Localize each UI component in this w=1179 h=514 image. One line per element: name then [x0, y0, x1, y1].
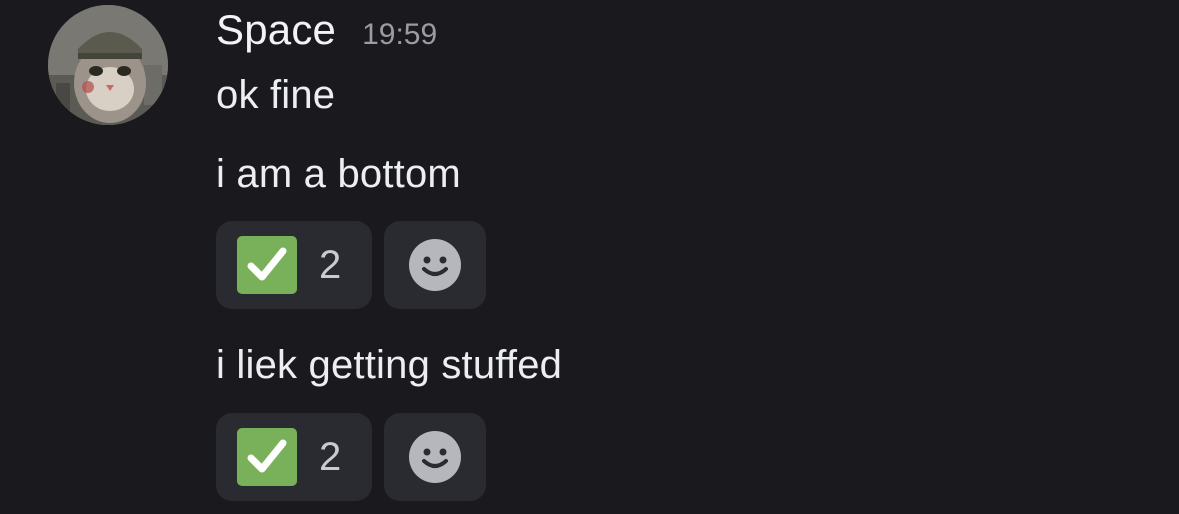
message-text: ok fine [216, 73, 336, 117]
reaction-count: 2 [319, 434, 342, 479]
message-group: Space 19:59 ok fine i am a bottom 2 i li… [0, 0, 1179, 514]
user-avatar[interactable] [48, 5, 168, 125]
white-check-mark-icon [237, 236, 297, 294]
reaction-bar: 2 [216, 413, 486, 501]
message-text: i am a bottom [216, 152, 461, 196]
cat-helmet-avatar-icon [48, 5, 168, 125]
add-reaction-button[interactable] [384, 413, 486, 501]
add-reaction-button[interactable] [384, 221, 486, 309]
add-reaction-smile-icon [409, 431, 461, 483]
reaction-check-button[interactable]: 2 [216, 221, 372, 309]
message-timestamp: 19:59 [362, 18, 438, 51]
reaction-check-button[interactable]: 2 [216, 413, 372, 501]
white-check-mark-icon [237, 428, 297, 486]
author-username[interactable]: Space [216, 6, 336, 54]
reaction-count: 2 [319, 242, 342, 287]
add-reaction-smile-icon [409, 239, 461, 291]
reaction-bar: 2 [216, 221, 486, 309]
message-text: i liek getting stuffed [216, 343, 563, 387]
message-header: Space 19:59 [216, 6, 437, 58]
